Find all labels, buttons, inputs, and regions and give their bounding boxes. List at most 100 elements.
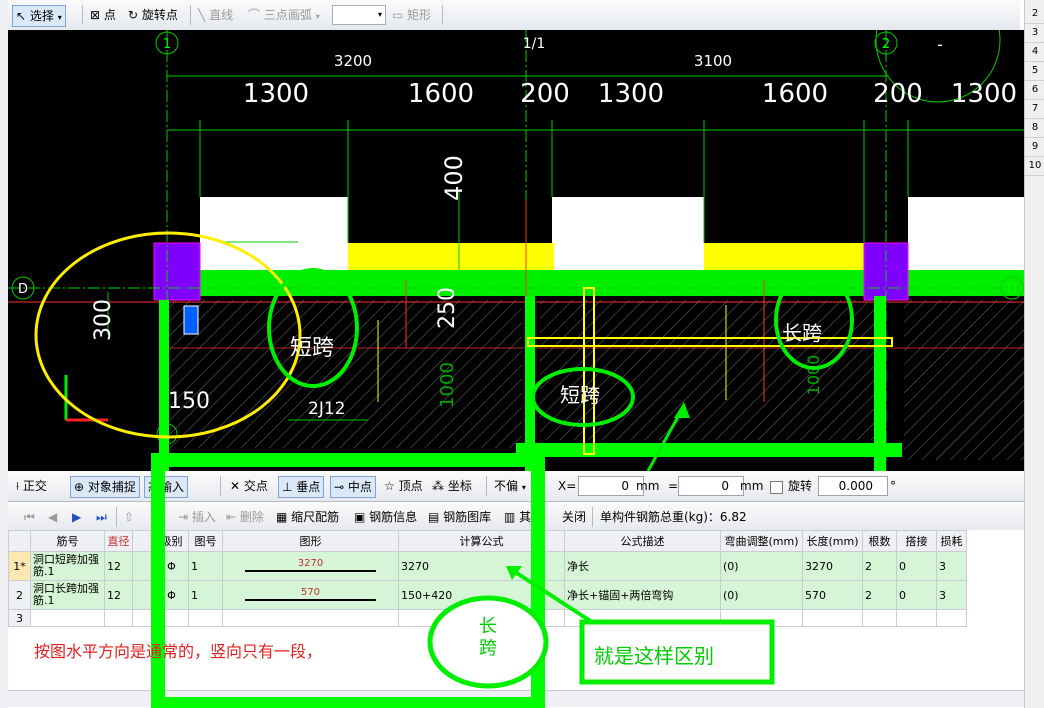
row-number[interactable]: 8 (1025, 119, 1044, 138)
cell-count[interactable]: 2 (862, 551, 897, 581)
ortho-button[interactable]: ⟊ 正交 (16, 476, 47, 496)
close-button[interactable]: 关闭 (562, 507, 586, 527)
row-number[interactable]: 1* (8, 551, 31, 581)
cell-empty[interactable] (132, 551, 155, 581)
cell[interactable] (896, 609, 937, 627)
cell-diameter[interactable]: 12 (104, 551, 133, 581)
col-header[interactable]: 级别 (154, 530, 189, 552)
cell-count[interactable]: 2 (862, 580, 897, 610)
horizontal-scrollbar[interactable] (8, 690, 1024, 707)
cell-lap[interactable]: 0 (896, 580, 937, 610)
cell-length[interactable]: 3270 (802, 551, 863, 581)
insert-button[interactable]: ⇥ 插入 (178, 507, 216, 527)
cell[interactable] (802, 609, 863, 627)
col-header[interactable] (132, 530, 155, 552)
select-button[interactable]: ↖ 选择 ▾ (12, 5, 66, 27)
last-record-icon[interactable]: ⏭ (96, 507, 107, 527)
col-header[interactable]: 根数 (862, 530, 897, 552)
cell-bend[interactable]: (0) (720, 580, 803, 610)
row-number[interactable]: 10 (1025, 157, 1044, 176)
row-number[interactable]: 2 (1025, 5, 1044, 24)
cell[interactable] (188, 609, 223, 627)
scale-rebar-button[interactable]: ▦ 缩尺配筋 (276, 507, 339, 527)
row-number[interactable]: 7 (1025, 100, 1044, 119)
rebar-library-button[interactable]: ▤ 钢筋图库 (428, 507, 491, 527)
cell[interactable] (104, 609, 133, 627)
prev-record-icon[interactable]: ◀ (48, 507, 57, 527)
cell-fig[interactable]: 1 (188, 551, 223, 581)
cell[interactable] (154, 609, 189, 627)
vertex-button[interactable]: ☆ 顶点 (384, 476, 423, 496)
cell-loss[interactable]: 3 (936, 580, 967, 610)
cell-length[interactable]: 570 (802, 580, 863, 610)
col-header[interactable]: 图形 (222, 530, 399, 552)
col-header[interactable]: 公式描述 (564, 530, 721, 552)
point-button[interactable]: ⊠ 点 (90, 5, 116, 25)
cell-formula[interactable]: 3270 (398, 551, 565, 581)
rotate-input[interactable]: 0.000 (818, 476, 888, 496)
three-point-arc-button[interactable]: ⌒ 三点画弧 ▾ (248, 5, 320, 25)
object-snap-button[interactable]: ⊕ 对象捕捉 (70, 476, 140, 498)
cell-empty[interactable] (132, 580, 155, 610)
col-header[interactable]: 直径 (104, 530, 133, 552)
cell-desc[interactable]: 净长 (564, 551, 721, 581)
cell-desc[interactable]: 净长+锚固+两倍弯钩 (564, 580, 721, 610)
col-header[interactable]: 长度(mm) (802, 530, 863, 552)
col-header[interactable]: 图号 (188, 530, 223, 552)
row-number[interactable]: 2 (8, 580, 31, 610)
chevron-down-icon[interactable]: ▾ (316, 12, 320, 21)
dynamic-input-button[interactable]: 态输入 (144, 476, 189, 498)
cell-diameter[interactable]: 12 (104, 580, 133, 610)
perpendicular-button[interactable]: ⊥ 垂点 (278, 476, 325, 498)
rotate-point-button[interactable]: ↻ 旋转点 (128, 5, 178, 25)
cell-name[interactable] (30, 609, 105, 627)
cell-shape[interactable]: 570 (222, 580, 399, 610)
col-header[interactable]: 计算公式 (398, 530, 565, 552)
cell-fig[interactable]: 1 (188, 580, 223, 610)
cell-loss[interactable]: 3 (936, 551, 967, 581)
cell[interactable] (132, 609, 155, 627)
cell-grade[interactable]: Φ (154, 551, 189, 581)
cell[interactable] (222, 609, 399, 627)
other-button[interactable]: ▥ 其 (504, 507, 531, 527)
row-number[interactable]: 3 (8, 609, 31, 627)
table-row[interactable]: 1* 洞口短跨加强筋.1 12 Φ 1 3270 3270 净长 (0) 327… (8, 551, 967, 581)
cell-name[interactable]: 洞口短跨加强筋.1 (30, 551, 105, 581)
cell[interactable] (936, 609, 967, 627)
col-header[interactable]: 损耗 (936, 530, 967, 552)
cell[interactable] (720, 609, 803, 627)
line-button[interactable]: ╲ 直线 (198, 5, 233, 25)
rect-button[interactable]: ▭ 矩形 (392, 5, 431, 25)
next-record-icon[interactable]: ▶ (72, 507, 81, 527)
cell-shape[interactable]: 3270 (222, 551, 399, 581)
chevron-down-icon[interactable]: ▾ (58, 13, 62, 22)
midpoint-button[interactable]: ⊸ 中点 (330, 476, 376, 498)
row-number[interactable]: 9 (1025, 138, 1044, 157)
coordinate-button[interactable]: ⁂ 坐标 (432, 476, 472, 496)
shape-dropdown[interactable]: ▾ (332, 5, 386, 25)
y-input[interactable]: 0 (678, 476, 744, 496)
first-record-icon[interactable]: ⏮ (24, 507, 35, 527)
cell[interactable] (862, 609, 897, 627)
x-input[interactable]: 0 (578, 476, 644, 496)
cell-grade[interactable]: Φ (154, 580, 189, 610)
row-number[interactable]: 6 (1025, 81, 1044, 100)
cell-lap[interactable]: 0 (896, 551, 937, 581)
intersection-button[interactable]: ✕ 交点 (230, 476, 268, 496)
cell-formula[interactable]: 150+420 (398, 580, 565, 610)
row-number[interactable]: 5 (1025, 62, 1044, 81)
cad-canvas[interactable]: 1 1/1 2 - D D 1 3200 3100 1300 1600 200 … (8, 30, 1024, 471)
row-number[interactable]: 3 (1025, 24, 1044, 43)
col-header[interactable]: 弯曲调整(mm) (720, 530, 803, 552)
cell-bend[interactable]: (0) (720, 551, 803, 581)
rebar-info-button[interactable]: ▣ 钢筋信息 (354, 507, 417, 527)
row-number[interactable]: 4 (1025, 43, 1044, 62)
move-up-icon[interactable]: ⇧ (124, 507, 134, 527)
offset-dropdown[interactable]: 不偏 ▾ (494, 476, 526, 496)
col-header[interactable]: 筋号 (30, 530, 105, 552)
cell-name[interactable]: 洞口长跨加强筋.1 (30, 580, 105, 610)
cell[interactable] (564, 609, 721, 627)
rotate-checkbox[interactable] (770, 481, 783, 494)
table-row[interactable]: 2 洞口长跨加强筋.1 12 Φ 1 570 150+420 净长+锚固+两倍弯… (8, 580, 967, 610)
col-header[interactable]: 搭接 (896, 530, 937, 552)
